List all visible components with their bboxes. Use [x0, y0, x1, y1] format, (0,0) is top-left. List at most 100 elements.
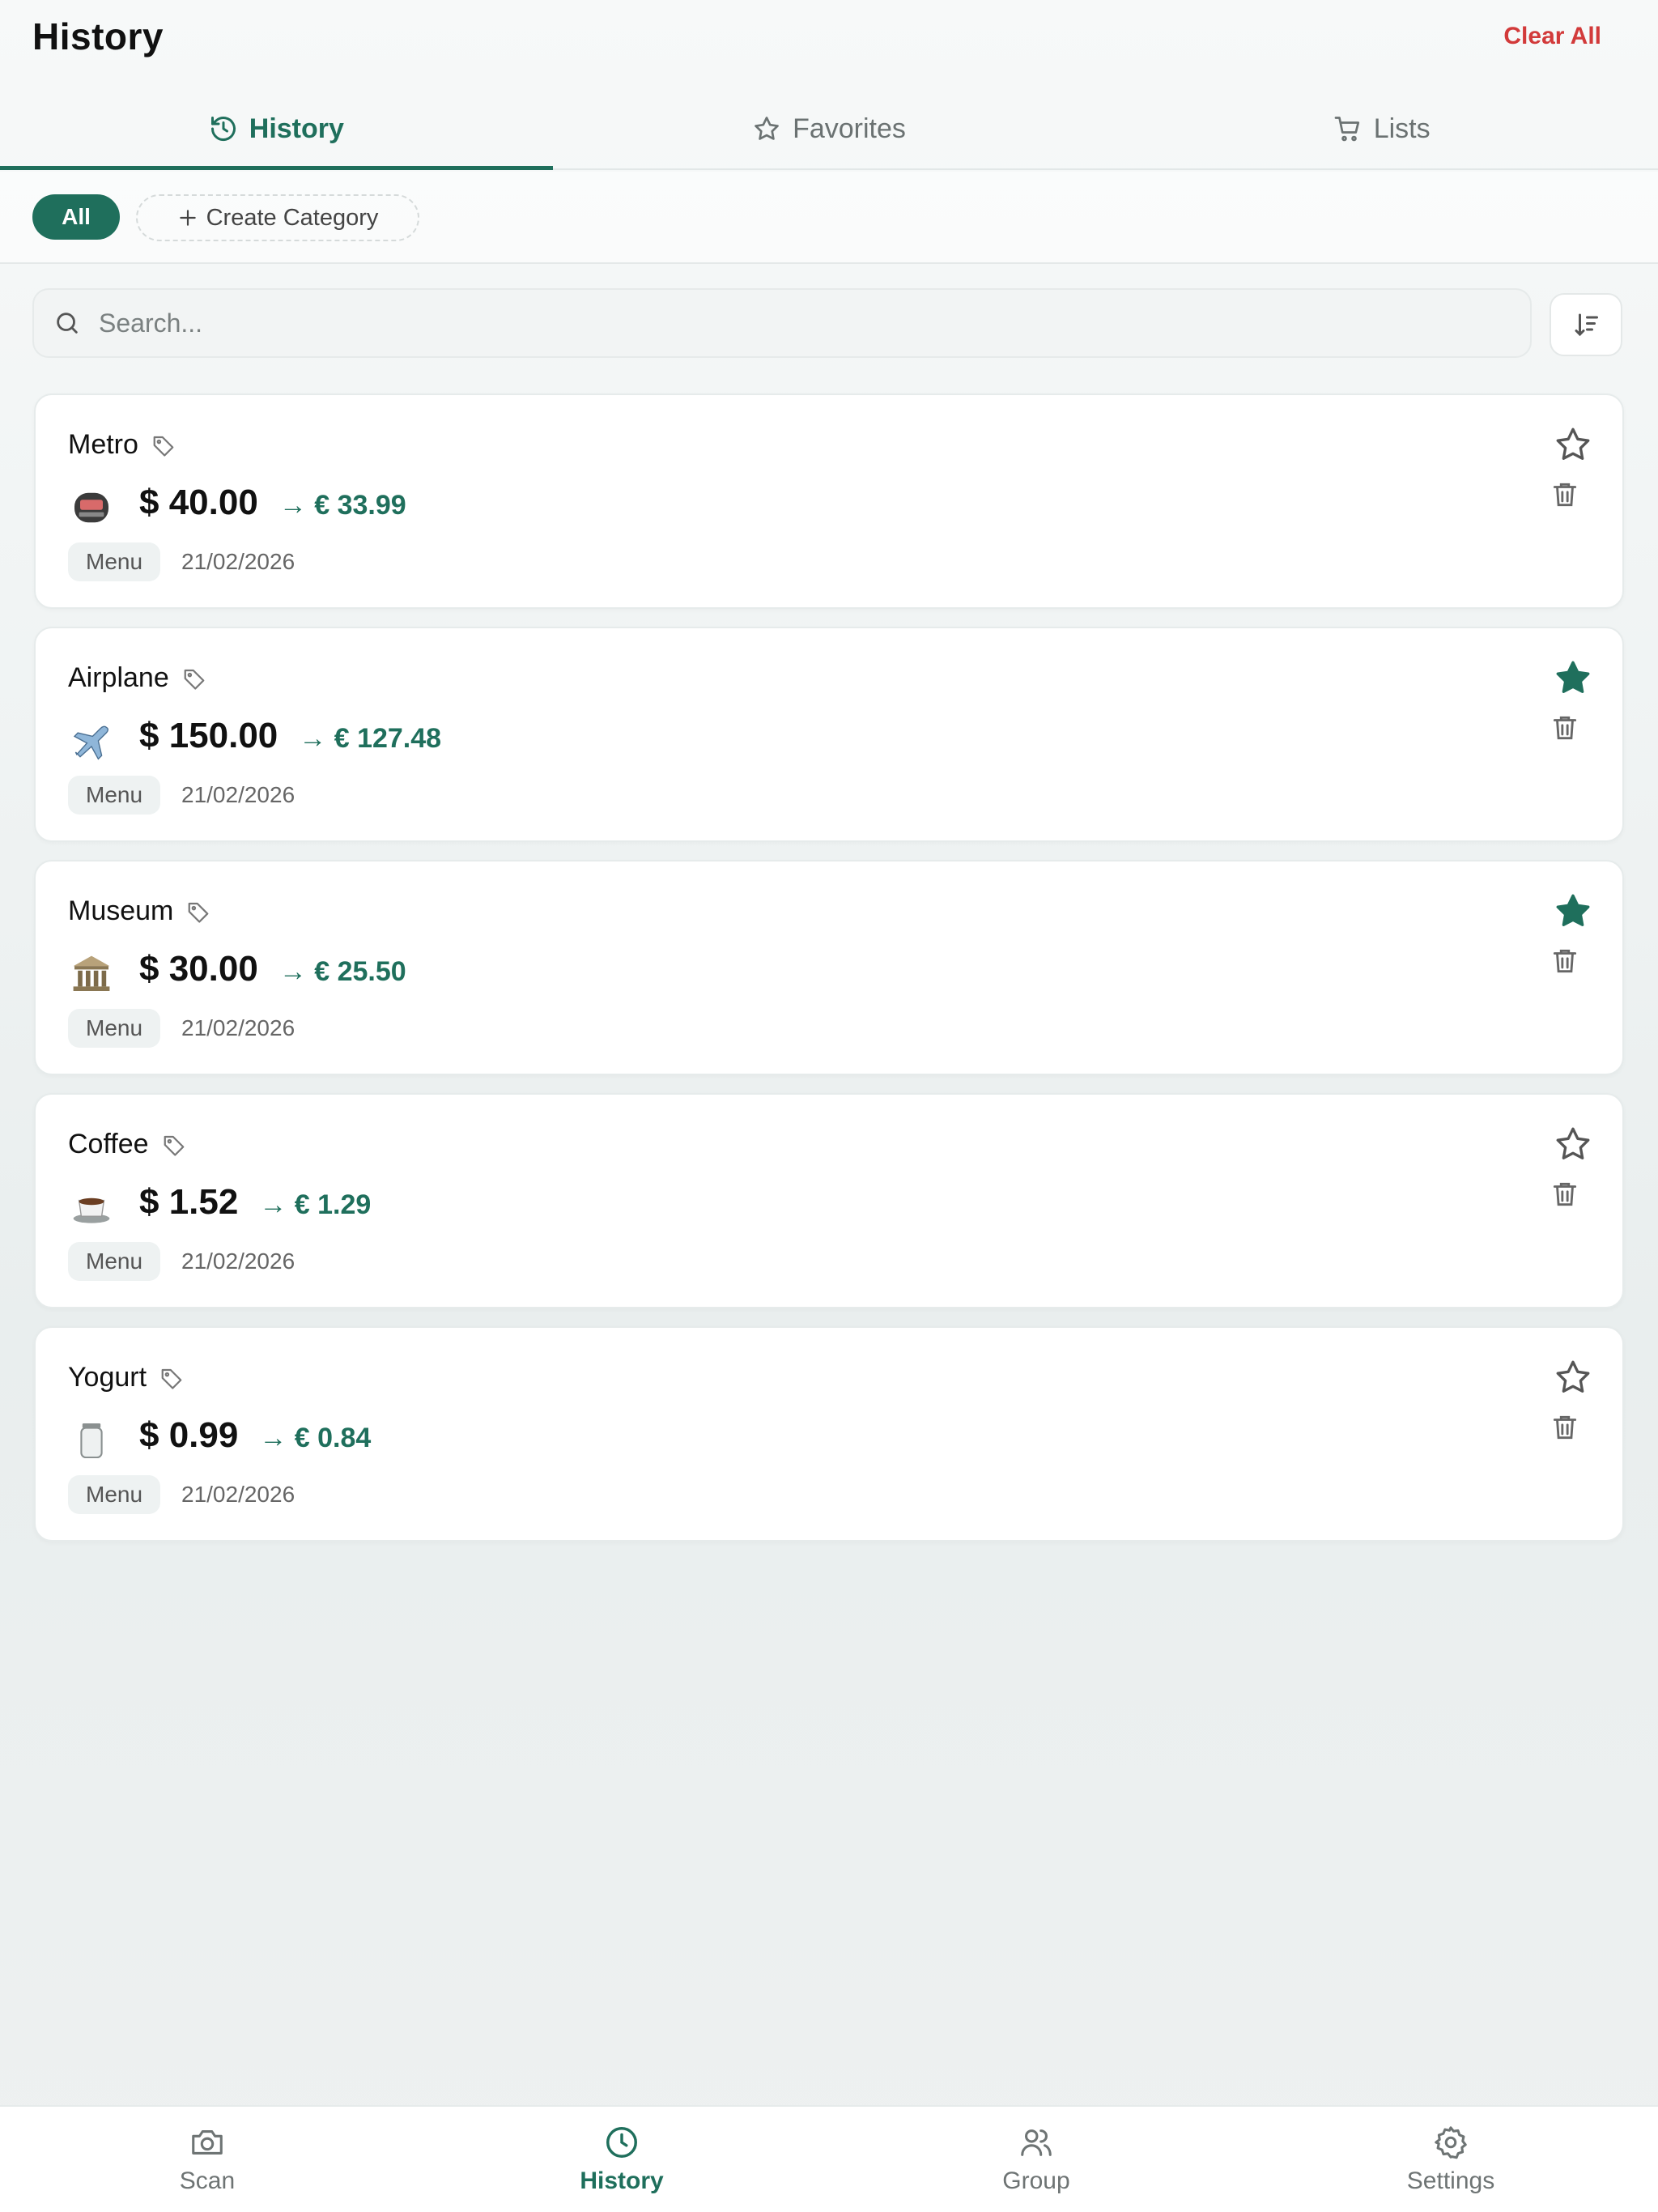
clear-all-button[interactable]: Clear All — [1503, 23, 1601, 50]
item-name: Museum — [68, 895, 174, 926]
favorite-button[interactable] — [1553, 1124, 1593, 1164]
nav-group-label: Group — [1002, 2167, 1070, 2194]
search-icon — [57, 313, 78, 334]
item-name-row: Airplane — [68, 662, 206, 694]
item-tag: Menu — [68, 1009, 161, 1048]
item-tag: Menu — [68, 776, 161, 815]
tag-icon[interactable] — [159, 1366, 184, 1390]
create-category-label: Create Category — [206, 204, 379, 231]
sort-button[interactable] — [1550, 293, 1622, 356]
item-date: 21/02/2026 — [181, 1482, 295, 1507]
item-name: Metro — [68, 429, 138, 460]
yogurt-jar-icon — [66, 1415, 117, 1465]
item-price: $ 1.52 → € 1.29 — [139, 1182, 371, 1223]
delete-button[interactable] — [1550, 1412, 1580, 1443]
item-name-row: Metro — [68, 429, 176, 461]
item-price: $ 30.00 → € 25.50 — [139, 949, 406, 989]
item-converted-price: → € 33.99 — [278, 490, 406, 521]
nav-scan-label: Scan — [179, 2167, 236, 2194]
item-converted-price: → € 0.84 — [259, 1423, 372, 1453]
tab-lists[interactable]: Lists — [1105, 89, 1658, 168]
metro-train-icon — [66, 483, 117, 533]
bottom-navigation: Scan History Group Settings — [0, 2105, 1658, 2212]
search-bar — [32, 288, 1532, 358]
item-name-row: Coffee — [68, 1129, 186, 1160]
item-price: $ 150.00 → € 127.48 — [139, 716, 441, 756]
history-icon — [210, 117, 236, 142]
search-input[interactable] — [99, 308, 1475, 338]
history-item-card[interactable]: Yogurt $ 0.99 → € 0.84 Menu 21/02/2026 — [34, 1326, 1624, 1542]
star-outline-icon — [1556, 1360, 1590, 1393]
item-price-value: $ 0.99 — [139, 1415, 239, 1455]
cart-icon — [1334, 117, 1359, 142]
tag-icon[interactable] — [182, 666, 206, 691]
item-tag: Menu — [68, 1475, 161, 1514]
category-filter-bar: All Create Category — [0, 172, 1658, 264]
nav-scan[interactable]: Scan — [0, 2107, 414, 2212]
tab-favorites-label: Favorites — [793, 113, 906, 144]
star-outline-icon — [1556, 1127, 1590, 1159]
history-item-card[interactable]: Museum $ 30.00 → € 25.50 Menu 21/02/2026 — [34, 860, 1624, 1075]
item-tag: Menu — [68, 542, 161, 581]
nav-settings-label: Settings — [1406, 2167, 1495, 2194]
coffee-icon — [66, 1182, 117, 1232]
tab-history[interactable]: History — [0, 89, 553, 170]
star-icon — [755, 117, 779, 140]
trash-icon — [1553, 949, 1577, 973]
tab-history-label: History — [249, 113, 344, 144]
users-icon — [1021, 2129, 1052, 2156]
delete-button[interactable] — [1550, 713, 1580, 743]
tag-icon[interactable] — [151, 433, 176, 457]
museum-icon — [66, 949, 117, 999]
item-converted-price: → € 25.50 — [278, 956, 406, 987]
delete-button[interactable] — [1550, 1179, 1580, 1210]
gear-icon — [1435, 2126, 1467, 2159]
favorite-button[interactable] — [1553, 424, 1593, 465]
item-name-row: Yogurt — [68, 1362, 184, 1393]
tag-icon[interactable] — [186, 900, 210, 924]
item-converted-price: → € 127.48 — [299, 723, 442, 754]
item-converted-price: → € 1.29 — [259, 1189, 372, 1220]
create-category-button[interactable]: Create Category — [136, 194, 419, 241]
star-filled-icon — [1556, 661, 1590, 693]
delete-button[interactable] — [1550, 479, 1580, 510]
nav-settings[interactable]: Settings — [1244, 2107, 1658, 2212]
item-date: 21/02/2026 — [181, 782, 295, 807]
star-filled-icon — [1556, 894, 1590, 926]
nav-history[interactable]: History — [414, 2107, 829, 2212]
app-header: History Clear All — [0, 0, 1658, 89]
tab-bar: History Favorites Lists — [0, 89, 1658, 170]
item-price: $ 0.99 → € 0.84 — [139, 1415, 371, 1456]
item-name-row: Museum — [68, 895, 210, 927]
item-name: Yogurt — [68, 1362, 147, 1393]
item-name: Coffee — [68, 1129, 149, 1159]
item-price-value: $ 40.00 — [139, 483, 258, 522]
clock-icon — [606, 2127, 637, 2158]
favorite-button[interactable] — [1553, 1357, 1593, 1397]
trash-icon — [1553, 1182, 1577, 1206]
tab-favorites[interactable]: Favorites — [553, 89, 1106, 168]
item-date: 21/02/2026 — [181, 549, 295, 574]
item-price-value: $ 1.52 — [139, 1182, 239, 1222]
delete-button[interactable] — [1550, 946, 1580, 976]
item-price-value: $ 150.00 — [139, 716, 278, 755]
item-date: 21/02/2026 — [181, 1015, 295, 1040]
airplane-icon — [66, 716, 117, 766]
history-item-card[interactable]: Airplane $ 150.00 → € 127.48 Menu 21/02/… — [34, 627, 1624, 842]
nav-history-label: History — [580, 2167, 664, 2194]
item-tag: Menu — [68, 1242, 161, 1281]
nav-group[interactable]: Group — [829, 2107, 1244, 2212]
tag-icon[interactable] — [162, 1133, 186, 1157]
camera-icon — [192, 2130, 223, 2155]
sort-icon — [1575, 313, 1598, 337]
history-item-card[interactable]: Metro $ 40.00 → € 33.99 Menu 21/02/2026 — [34, 393, 1624, 609]
item-price: $ 40.00 → € 33.99 — [139, 483, 406, 523]
item-price-value: $ 30.00 — [139, 949, 258, 989]
trash-icon — [1553, 483, 1577, 507]
plus-icon — [179, 210, 196, 226]
favorite-button[interactable] — [1553, 891, 1593, 931]
favorite-button[interactable] — [1553, 657, 1593, 698]
history-item-card[interactable]: Coffee $ 1.52 → € 1.29 Menu 21/02/2026 — [34, 1093, 1624, 1308]
category-chip-all[interactable]: All — [32, 194, 120, 240]
item-name: Airplane — [68, 662, 169, 693]
